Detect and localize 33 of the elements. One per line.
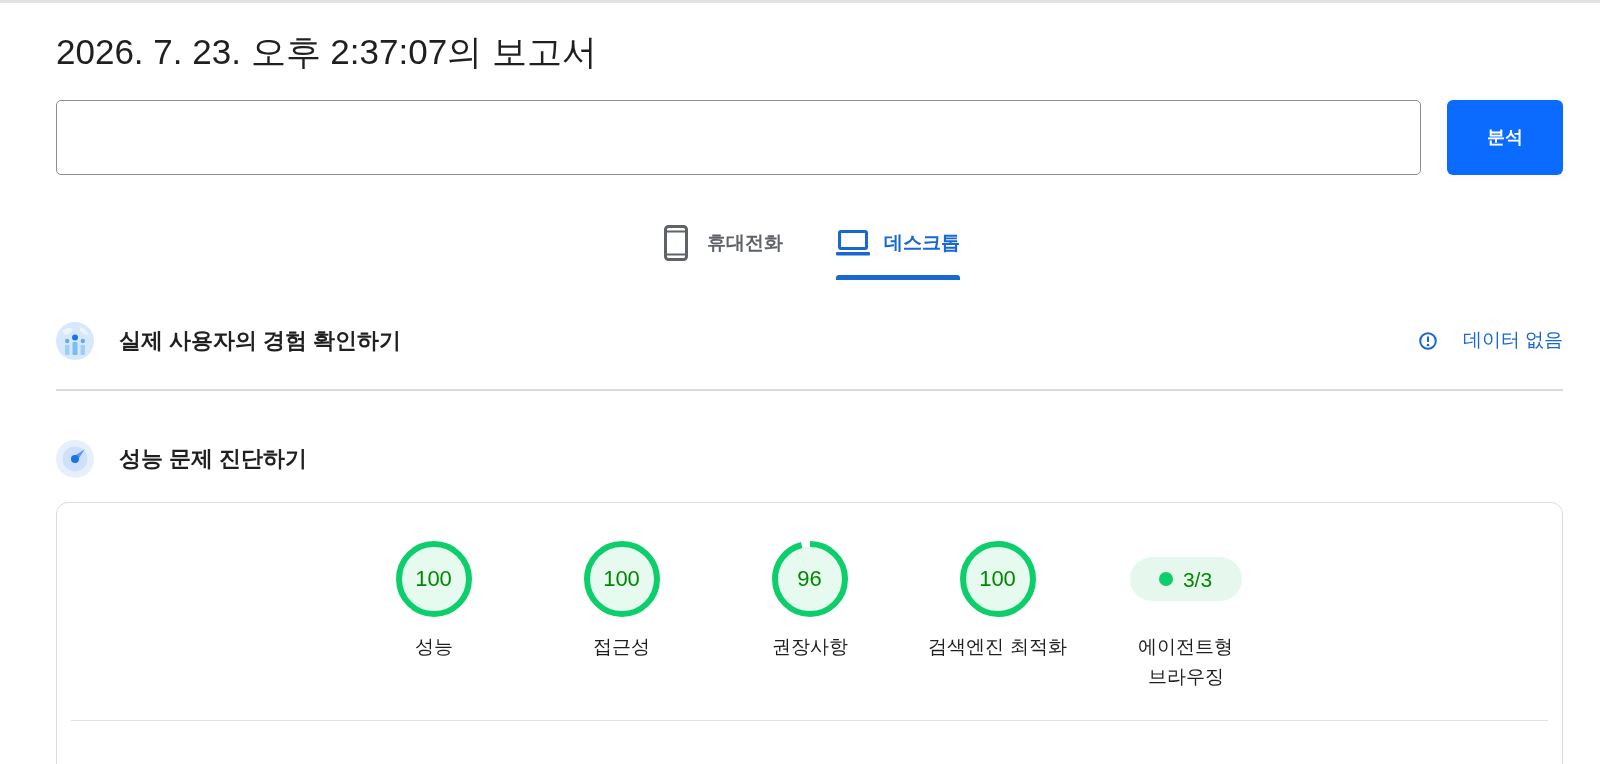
category-label: 검색엔진 최적화 bbox=[928, 635, 1067, 659]
info-icon bbox=[1418, 331, 1437, 350]
score-value: 100 bbox=[979, 568, 1016, 590]
category-label: 에이전트형 브라우징 bbox=[1137, 635, 1234, 689]
status-dot-icon bbox=[1158, 572, 1173, 586]
gauge-background bbox=[401, 546, 466, 612]
category-label: 권장사항 bbox=[771, 635, 848, 659]
status-text: 데이터 없음 bbox=[1462, 328, 1563, 353]
laptop-icon bbox=[836, 230, 870, 256]
radar-icon bbox=[56, 439, 94, 478]
score-gauge-ring[interactable] bbox=[959, 541, 1036, 617]
gauge-background bbox=[777, 546, 842, 612]
category-label: 접근성 bbox=[593, 635, 650, 659]
score-value: 96 bbox=[797, 568, 822, 590]
section-title: 성능 문제 진단하기 bbox=[119, 445, 308, 473]
score-gauge-ring[interactable] bbox=[583, 541, 660, 617]
gauge-background bbox=[965, 546, 1030, 612]
url-input[interactable] bbox=[56, 100, 1421, 175]
section-title: 실제 사용자의 경험 확인하기 bbox=[119, 327, 402, 355]
device-tab[interactable]: 휴대전화 bbox=[659, 205, 783, 280]
analyze-button[interactable]: 분석 bbox=[1447, 100, 1563, 175]
category-label: 성능 bbox=[414, 635, 453, 659]
phone-icon bbox=[664, 225, 688, 261]
gauge-background bbox=[589, 546, 654, 612]
score-gauge-ring[interactable] bbox=[395, 541, 472, 617]
device-tab[interactable]: 데스크톱 bbox=[836, 205, 960, 280]
score-value: 100 bbox=[415, 568, 452, 590]
score-gauge-ring[interactable] bbox=[771, 541, 848, 617]
score-value: 100 bbox=[603, 568, 640, 590]
user-group-chart-icon bbox=[56, 321, 94, 360]
score-badge[interactable]: 3/3 bbox=[1129, 557, 1242, 601]
report-title: 2026. 7. 23. 오후 2:37:07의 보고서 bbox=[56, 32, 598, 72]
score-value: 3/3 bbox=[1182, 568, 1213, 590]
